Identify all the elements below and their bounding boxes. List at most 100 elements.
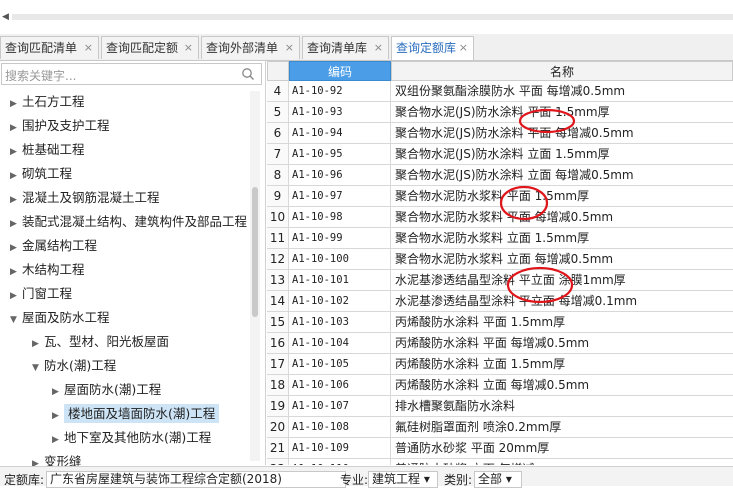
filter-bar: 定额库: 广东省房屋建筑与装饰工程综合定额(2018) 专业: 建筑工程 ▾ 类… — [0, 466, 733, 488]
table-row[interactable]: 13 A1-10-101 水泥基渗透结晶型涂料 平立面 涂膜1mm厚 — [267, 270, 733, 291]
row-index: 8 — [267, 165, 289, 185]
close-icon[interactable]: × — [184, 37, 193, 59]
chevron-right-icon[interactable]: ▶ — [10, 213, 22, 235]
chevron-right-icon[interactable]: ▶ — [52, 405, 64, 427]
tree-node[interactable]: ▶ 围护及支护工程 — [10, 115, 110, 137]
tree-node[interactable]: ▶ 屋面防水(潮)工程 — [52, 379, 161, 401]
quota-code: A1-10-98 — [289, 207, 391, 227]
close-icon[interactable]: × — [84, 37, 93, 59]
horizontal-scrollbar[interactable] — [12, 14, 733, 20]
major-value: 建筑工程 — [372, 472, 421, 486]
tree-node-label: 混凝土及钢筋混凝土工程 — [22, 190, 160, 205]
table-row[interactable]: 20 A1-10-108 氟硅树脂罩面剂 喷涂0.2mm厚 — [267, 417, 733, 438]
tab-label: 查询匹配定额 — [106, 41, 179, 55]
tree-node[interactable]: ▶ 土石方工程 — [10, 91, 85, 113]
tab-label: 查询定额库 — [396, 41, 457, 55]
tree-scrollbar-thumb[interactable] — [252, 187, 258, 317]
scroll-left-icon[interactable]: ◀ — [2, 12, 9, 22]
chevron-down-icon[interactable]: ▼ — [32, 357, 44, 379]
chevron-right-icon[interactable]: ▶ — [10, 237, 22, 259]
tree-node[interactable]: ▶ 门窗工程 — [10, 283, 72, 305]
table-row[interactable]: 17 A1-10-105 丙烯酸防水涂料 立面 1.5mm厚 — [267, 354, 733, 375]
table-row[interactable]: 16 A1-10-104 丙烯酸防水涂料 平面 每增减0.5mm — [267, 333, 733, 354]
tree-node[interactable]: ▶ 木结构工程 — [10, 259, 85, 281]
close-icon[interactable]: × — [374, 37, 383, 59]
quota-library-select[interactable]: 广东省房屋建筑与装饰工程综合定额(2018) — [46, 471, 346, 488]
close-icon[interactable]: × — [285, 37, 294, 59]
table-row[interactable]: 15 A1-10-103 丙烯酸防水涂料 平面 1.5mm厚 — [267, 312, 733, 333]
major-select[interactable]: 建筑工程 ▾ — [368, 471, 438, 488]
quota-name: 水泥基渗透结晶型涂料 平立面 每增减0.1mm — [395, 294, 638, 308]
quota-code: A1-10-105 — [289, 354, 391, 374]
chevron-right-icon[interactable]: ▶ — [10, 261, 22, 283]
quota-code: A1-10-107 — [289, 396, 391, 416]
tree-node-label: 瓦、型材、阳光板屋面 — [44, 334, 170, 349]
search-input[interactable]: 搜索关键字... — [1, 63, 262, 85]
table-row[interactable]: 12 A1-10-100 聚合物水泥防水浆料 立面 每增减0.5mm — [267, 249, 733, 270]
tree-node[interactable]: ▼ 屋面及防水工程 — [10, 307, 110, 329]
tree-node-label: 门窗工程 — [22, 286, 73, 301]
tree-node[interactable]: ▶ 金属结构工程 — [10, 235, 97, 257]
quota-name: 聚合物水泥(JS)防水涂料 平面 1.5mm厚 — [395, 105, 610, 119]
table-row[interactable]: 4 A1-10-92 双组份聚氨酯涂膜防水 平面 每增减0.5mm — [267, 81, 733, 102]
table-row[interactable]: 18 A1-10-106 丙烯酸防水涂料 立面 每增减0.5mm — [267, 375, 733, 396]
tree-node[interactable]: ▶ 楼地面及墙面防水(潮)工程 — [52, 403, 220, 427]
chevron-right-icon[interactable]: ▶ — [52, 429, 64, 451]
tree-node[interactable]: ▶ 桩基础工程 — [10, 139, 85, 161]
tree-node-label: 楼地面及墙面防水(潮)工程 — [64, 404, 220, 423]
tree-node-label: 木结构工程 — [22, 262, 85, 277]
quota-code: A1-10-92 — [289, 81, 391, 101]
table-row[interactable]: 5 A1-10-93 聚合物水泥(JS)防水涂料 平面 1.5mm厚 — [267, 102, 733, 123]
search-icon[interactable] — [241, 67, 255, 81]
quota-name: 聚合物水泥防水浆料 立面 每增减0.5mm — [395, 252, 614, 266]
chevron-right-icon[interactable]: ▶ — [10, 189, 22, 211]
table-row[interactable]: 21 A1-10-109 普通防水砂浆 平面 20mm厚 — [267, 438, 733, 459]
chevron-right-icon[interactable]: ▶ — [10, 165, 22, 187]
tree-node[interactable]: ▶ 瓦、型材、阳光板屋面 — [32, 331, 169, 353]
table-row[interactable]: 8 A1-10-96 聚合物水泥(JS)防水涂料 立面 每增减0.5mm — [267, 165, 733, 186]
chevron-right-icon[interactable]: ▶ — [10, 141, 22, 163]
table-row[interactable]: 11 A1-10-99 聚合物水泥防水浆料 立面 1.5mm厚 — [267, 228, 733, 249]
chevron-right-icon[interactable]: ▶ — [52, 381, 64, 403]
table-row[interactable]: 14 A1-10-102 水泥基渗透结晶型涂料 平立面 每增减0.1mm — [267, 291, 733, 312]
top-toolbar: ◀ — [0, 0, 733, 32]
column-header-name[interactable]: 名称 — [391, 61, 733, 81]
chevron-right-icon[interactable]: ▶ — [10, 117, 22, 139]
row-index: 11 — [267, 228, 289, 248]
table-row[interactable]: 10 A1-10-98 聚合物水泥防水浆料 平面 每增减0.5mm — [267, 207, 733, 228]
quota-name: 氟硅树脂罩面剂 喷涂0.2mm厚 — [395, 420, 562, 434]
quota-code: A1-10-96 — [289, 165, 391, 185]
chevron-down-icon[interactable]: ▼ — [10, 309, 22, 331]
chevron-right-icon[interactable]: ▶ — [10, 285, 22, 307]
tab-4[interactable]: 查询清单库 × — [302, 36, 389, 59]
close-icon[interactable]: × — [459, 37, 468, 59]
tab-3[interactable]: 查询外部清单 × — [201, 36, 300, 59]
table-row[interactable]: 19 A1-10-107 排水槽聚氨酯防水涂料 — [267, 396, 733, 417]
quota-name: 丙烯酸防水涂料 平面 1.5mm厚 — [395, 315, 566, 329]
tree-node[interactable]: ▶ 砌筑工程 — [10, 163, 72, 185]
quota-library-value: 广东省房屋建筑与装饰工程综合定额(2018) — [50, 472, 282, 486]
row-index: 17 — [267, 354, 289, 374]
tree-node[interactable]: ▼ 防水(潮)工程 — [32, 355, 116, 377]
table-row[interactable]: 7 A1-10-95 聚合物水泥(JS)防水涂料 立面 1.5mm厚 — [267, 144, 733, 165]
tab-2[interactable]: 查询匹配定额 × — [101, 36, 199, 59]
tree-node-label: 装配式混凝土结构、建筑构件及部品工程 — [22, 214, 248, 229]
tab-1[interactable]: 查询匹配清单 × — [0, 36, 99, 59]
table-row[interactable]: 9 A1-10-97 聚合物水泥防水浆料 平面 1.5mm厚 — [267, 186, 733, 207]
tree-node[interactable]: ▶ 装配式混凝土结构、建筑构件及部品工程 — [10, 211, 247, 233]
column-header-code[interactable]: 编码 — [289, 61, 391, 81]
category-panel: 搜索关键字... ▶ 土石方工程 ▶ 围护及支护工程 ▶ 桩基础工程 ▶ 砌筑工程 ▶ 混凝土及钢… — [0, 61, 266, 469]
row-index: 6 — [267, 123, 289, 143]
row-index: 21 — [267, 438, 289, 458]
row-index: 19 — [267, 396, 289, 416]
chevron-right-icon[interactable]: ▶ — [10, 93, 22, 115]
category-select[interactable]: 全部 ▾ — [474, 471, 522, 488]
chevron-right-icon[interactable]: ▶ — [32, 333, 44, 355]
tree-node[interactable]: ▶ 混凝土及钢筋混凝土工程 — [10, 187, 160, 209]
tab-5[interactable]: 查询定额库 × — [391, 36, 474, 60]
major-label: 专业: — [340, 473, 369, 487]
quota-name: 普通防水砂浆 平面 20mm厚 — [395, 441, 550, 455]
table-row[interactable]: 22A1-10-110普通防水砂浆 立面 每增减 — [267, 459, 733, 465]
table-row[interactable]: 6 A1-10-94 聚合物水泥(JS)防水涂料 平面 每增减0.5mm — [267, 123, 733, 144]
tree-node[interactable]: ▶ 地下室及其他防水(潮)工程 — [52, 427, 211, 449]
